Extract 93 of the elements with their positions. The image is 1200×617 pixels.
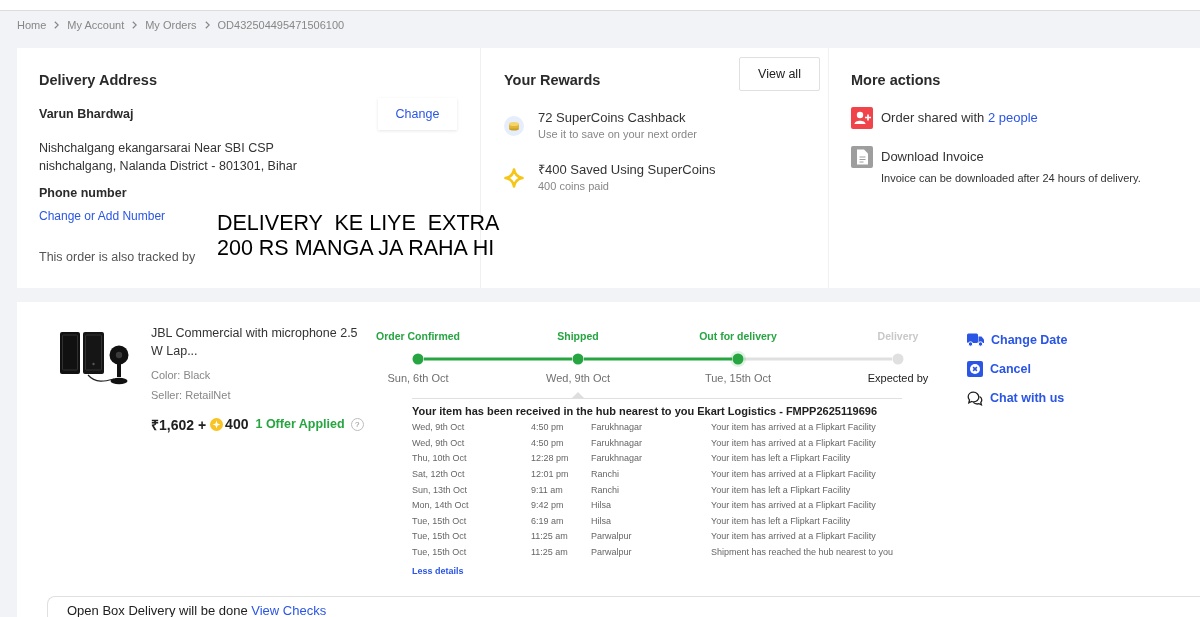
event-message: Your item has left a Flipkart Facility <box>711 514 852 528</box>
document-icon <box>851 146 873 168</box>
truck-icon <box>967 333 984 347</box>
offer-applied-text: 1 Offer Applied <box>255 417 345 431</box>
event-location: Ranchi <box>591 483 620 497</box>
event-time: 4:50 pm <box>531 421 565 435</box>
event-time: 11:25 am <box>531 530 569 544</box>
step-label: Out for delivery <box>699 329 777 343</box>
action-link[interactable]: Change Date <box>991 333 1068 347</box>
event-message: Your item has left a Flipkart Facility <box>711 483 852 497</box>
product-color: Color: Black <box>151 368 212 383</box>
reward-subtitle: Use it to save on your next order <box>538 127 697 142</box>
reward-title: ₹400 Saved Using SuperCoins <box>538 161 716 178</box>
step-date: Expected by <box>867 371 929 385</box>
event-time: 9:11 am <box>531 483 564 497</box>
section-title: Your Rewards <box>504 71 601 89</box>
event-location: Farukhnagar <box>591 436 644 450</box>
breadcrumb-link[interactable]: My Account <box>67 19 125 31</box>
order-id-text: OD432504495471506100 <box>217 19 345 31</box>
coins-amount: 400 <box>225 416 249 432</box>
event-message: Your item has arrived at a Flipkart Facility <box>711 530 877 544</box>
event-time: 12:28 pm <box>531 452 570 466</box>
less-details-link[interactable]: Less details <box>412 565 464 578</box>
product-title-link[interactable]: JBL Commercial with microphone 2.5 W Lap... <box>151 324 371 360</box>
view-all-button[interactable]: View all <box>739 57 820 91</box>
download-invoice-link[interactable]: Download Invoice <box>881 146 984 168</box>
breadcrumb-link[interactable]: My Orders <box>145 19 197 31</box>
event-date: Thu, 10th Oct <box>412 452 468 466</box>
close-icon <box>967 361 983 377</box>
event-message: Your item has left a Flipkart Facility <box>711 452 852 466</box>
invoice-note: Invoice can be downloaded after 24 hours of delivery. <box>881 171 1141 185</box>
person-add-icon <box>851 107 873 129</box>
step-label: Shipped <box>557 329 599 343</box>
customer-name: Varun Bhardwaj <box>39 107 134 121</box>
change-number-link[interactable]: Change or Add Number <box>39 207 166 225</box>
event-message: Your item has arrived at a Flipkart Facility <box>711 421 877 435</box>
sparkle-icon <box>504 167 524 188</box>
event-date: Wed, 9th Oct <box>412 421 466 435</box>
event-date: Mon, 14th Oct <box>412 499 470 513</box>
chat-bubbles-icon <box>967 390 983 406</box>
event-date: Tue, 15th Oct <box>412 530 468 544</box>
reward-subtitle: 400 coins paid <box>538 179 610 194</box>
coins-icon <box>504 115 524 136</box>
step-date: Sun, 6th Oct <box>387 371 449 385</box>
phone-label: Phone number <box>39 185 128 202</box>
event-location: Farukhnagar <box>591 452 644 466</box>
action-link[interactable]: Cancel <box>990 362 1031 376</box>
section-title: Delivery Address <box>39 71 158 89</box>
event-date: Sat, 12th Oct <box>412 468 466 482</box>
event-time: 12:01 pm <box>531 468 570 482</box>
open-box-text: Open Box Delivery will be done View Checks <box>67 603 327 617</box>
section-title: More actions <box>851 71 942 89</box>
step-date: Tue, 15th Oct <box>704 371 772 385</box>
view-checks-link[interactable]: View Checks <box>251 603 327 617</box>
event-location: Hilsa <box>591 499 612 513</box>
price-text: ₹1,602 + <box>151 415 207 434</box>
event-location: Ranchi <box>591 468 620 482</box>
step-date: Wed, 9th Oct <box>546 371 610 385</box>
chevron-right-icon <box>132 21 138 29</box>
event-message: Shipment has reached the hub nearest to you <box>711 546 895 560</box>
event-date: Sun, 13th Oct <box>412 483 469 497</box>
event-date: Tue, 15th Oct <box>412 514 468 528</box>
shared-with-text: Order shared with 2 people <box>881 109 1038 127</box>
tracked-by-text: This order is also tracked by <box>39 249 197 266</box>
chevron-right-icon <box>204 21 210 29</box>
annotation-text: DELIVERY KE LIYE EXTRA <box>217 211 500 236</box>
address-line: Nishchalgang ekangarsarai Near SBI CSP <box>39 140 275 157</box>
step-label: Order Confirmed <box>376 329 460 343</box>
event-time: 11:25 am <box>531 546 569 560</box>
event-message: Your item has arrived at a Flipkart Facility <box>711 468 877 482</box>
change-button[interactable]: Change <box>378 98 457 130</box>
speakers-webcam-drawing <box>58 330 130 386</box>
annotation-text: 200 RS MANGA JA RAHA HI <box>217 236 496 261</box>
event-location: Parwalpur <box>591 530 633 544</box>
event-date: Tue, 15th Oct <box>412 546 468 560</box>
chevron-right-icon <box>54 21 60 29</box>
reward-title: 72 SuperCoins Cashback <box>538 109 687 126</box>
event-time: 6:19 am <box>531 514 565 528</box>
event-location: Hilsa <box>591 514 612 528</box>
event-location: Parwalpur <box>591 546 633 560</box>
breadcrumb-link[interactable]: Home <box>17 19 47 31</box>
event-time: 9:42 pm <box>531 499 565 513</box>
event-date: Wed, 9th Oct <box>412 436 466 450</box>
event-time: 4:50 pm <box>531 436 565 450</box>
tracking-details-title: Your item has been received in the hub nearest to you Ekart Logistics - FMPP2625119696 <box>412 404 878 419</box>
people-link[interactable]: 2 people <box>987 110 1038 125</box>
event-location: Farukhnagar <box>591 421 644 435</box>
event-message: Your item has arrived at a Flipkart Facility <box>711 499 877 513</box>
event-message: Your item has arrived at a Flipkart Facility <box>711 436 877 450</box>
address-line: nishchalgang, Nalanda District - 801301, Bihar <box>39 158 298 175</box>
action-link[interactable]: Chat with us <box>990 391 1065 405</box>
product-seller: Seller: RetailNet <box>151 388 232 403</box>
coin-icon <box>210 417 224 431</box>
